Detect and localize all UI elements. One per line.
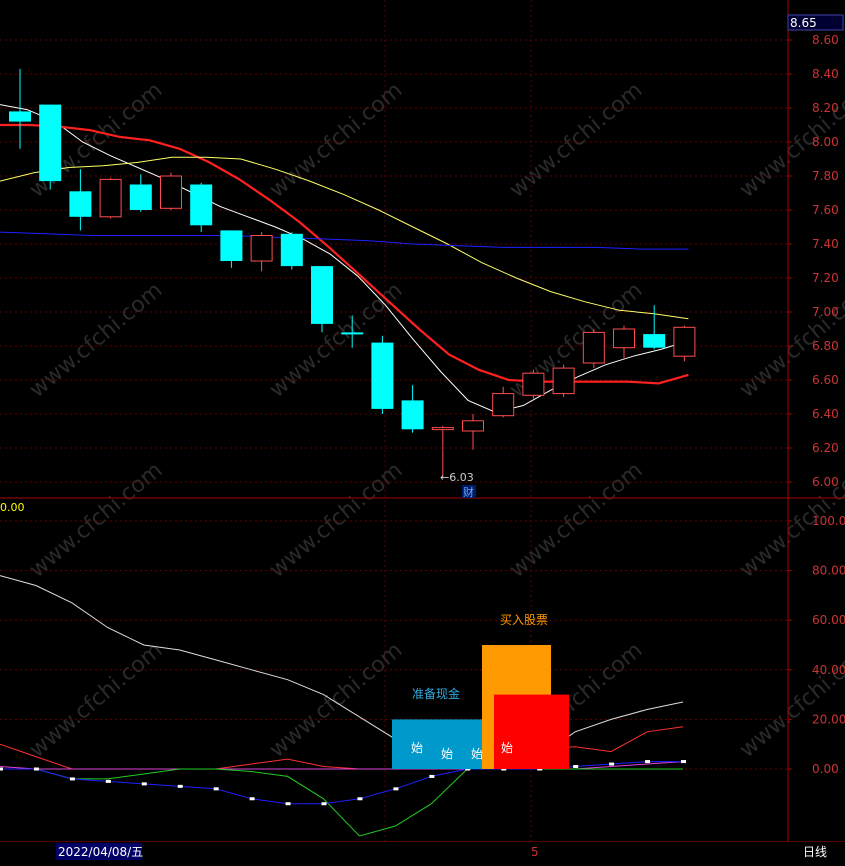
indicator-dot <box>573 765 579 769</box>
price-tick-label: 6.60 <box>812 373 839 387</box>
indicator-dot <box>33 767 39 771</box>
candle-body <box>431 427 454 431</box>
indicator-dot <box>429 774 435 778</box>
prepare-cash-label: 准备现金 <box>412 686 460 701</box>
buy-stock-label: 买入股票 <box>500 613 548 627</box>
signal-block <box>392 719 483 769</box>
candle-body <box>462 420 484 432</box>
candle-body <box>9 111 31 122</box>
price-tick-label: 8.40 <box>812 67 839 81</box>
candle-body <box>371 342 394 409</box>
indicator-dot <box>609 762 615 766</box>
price-tick-label: 6.00 <box>812 475 839 489</box>
candle-body <box>522 372 545 396</box>
indicator-dot <box>213 787 219 791</box>
indicator-tick-label: 100.0 <box>812 514 845 528</box>
indicator-dot <box>681 760 686 764</box>
candle-body <box>160 175 182 209</box>
candle-body <box>99 178 122 218</box>
signal-start-marker: 始 <box>411 741 423 755</box>
candle-body <box>129 184 152 210</box>
price-tick-label: 7.00 <box>812 305 839 319</box>
price-tick-label: 7.20 <box>812 271 839 285</box>
candle-body <box>552 367 575 395</box>
candle-body <box>69 191 92 217</box>
candle-body <box>401 400 424 430</box>
signal-block <box>494 694 569 769</box>
indicator-tick-label: 0.00 <box>812 762 839 776</box>
candle-body <box>190 184 213 226</box>
price-tick-label: 6.40 <box>812 407 839 421</box>
candle-body <box>280 233 303 267</box>
indicator-dot <box>69 777 75 781</box>
signal-start-marker: 始 <box>441 747 453 761</box>
signal-start-marker: 始 <box>501 741 513 755</box>
price-tick-label: 8.00 <box>812 135 839 149</box>
indicator-tick-label: 80.00 <box>812 564 845 578</box>
indicator-tick-label: 60.00 <box>812 613 845 627</box>
event-marker-caicai: 财 <box>463 485 474 499</box>
indicator-dot <box>0 767 3 771</box>
current-price-label: 8.65 <box>790 16 817 30</box>
candle-body <box>582 331 605 364</box>
low-price-marker: ←6.03 <box>440 471 474 484</box>
price-tick-label: 7.60 <box>812 203 839 217</box>
indicator-dot <box>357 797 363 801</box>
date-label: 2022/04/08/五 <box>58 845 143 859</box>
candle-body <box>311 266 333 324</box>
price-tick-label: 8.20 <box>812 101 839 115</box>
candle-body <box>220 230 243 261</box>
price-tick-label: 8.60 <box>812 33 839 47</box>
indicator-dot <box>105 779 111 783</box>
indicator-dot <box>249 797 255 801</box>
candle-body <box>250 235 273 262</box>
candle-body <box>39 104 62 182</box>
indicator-value-label: 0.00 <box>0 501 25 514</box>
price-tick-label: 6.20 <box>812 441 839 455</box>
indicator-tick-label: 20.00 <box>812 712 845 726</box>
mid-tick-label: 5 <box>531 845 539 859</box>
price-tick-label: 7.40 <box>812 237 839 251</box>
candle-body <box>492 393 515 417</box>
candle-body <box>673 326 696 357</box>
candle-body <box>613 328 635 349</box>
price-tick-label: 7.80 <box>812 169 839 183</box>
candle-body <box>643 334 666 348</box>
period-label[interactable]: 日线 <box>803 845 827 859</box>
stock-chart-window: www.cfchi.com www.cfchi.com www.cfchi.com w… <box>0 0 845 862</box>
price-tick-label: 6.80 <box>812 339 839 353</box>
indicator-dot <box>645 760 651 764</box>
indicator-tick-label: 40.00 <box>812 663 845 677</box>
signal-start-marker: 始 <box>471 747 483 761</box>
indicator-dot <box>393 787 399 791</box>
indicator-dot <box>285 802 291 806</box>
indicator-dot <box>321 802 327 806</box>
indicator-dot <box>177 784 183 788</box>
indicator-dot <box>141 782 147 786</box>
chart-canvas: www.cfchi.com www.cfchi.com www.cfchi.com w… <box>0 0 845 862</box>
candle-body <box>341 332 364 335</box>
